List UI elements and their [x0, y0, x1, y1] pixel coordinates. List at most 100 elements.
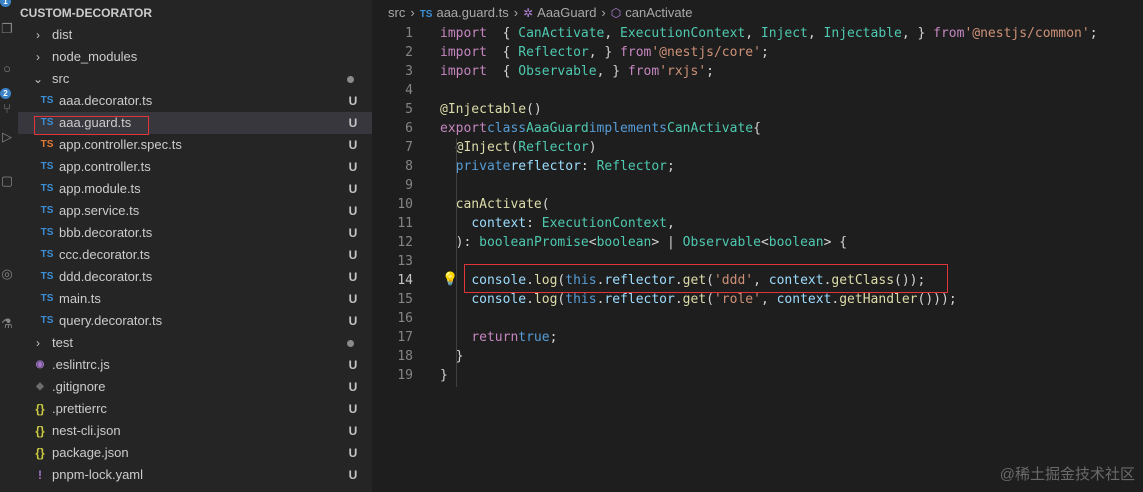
typescript-file-icon: TS: [40, 161, 54, 172]
folder-row[interactable]: › dist: [18, 24, 372, 46]
code-token: implements: [588, 121, 668, 136]
code-token: ()));: [917, 292, 957, 307]
code-token: :: [580, 159, 597, 174]
file-row[interactable]: ◆ .gitignore U: [18, 376, 372, 398]
git-status-badge: U: [348, 292, 358, 306]
remote-icon[interactable]: ◎: [0, 265, 14, 283]
file-row[interactable]: {} package.json U: [18, 442, 372, 464]
code-line[interactable]: 17 returntrue;: [372, 328, 1143, 347]
file-row[interactable]: {} .prettierrc U: [18, 398, 372, 420]
code-token: ExecutionContext: [541, 216, 667, 231]
file-row[interactable]: TS aaa.decorator.ts U: [18, 90, 372, 112]
typescript-file-icon: TS: [40, 95, 54, 106]
breadcrumb-class[interactable]: AaaGuard: [537, 4, 596, 22]
json-file-icon: {}: [35, 424, 45, 438]
code-token: ;: [549, 330, 558, 345]
git-status-badge: U: [348, 182, 358, 196]
code-line[interactable]: 10 canActivate(: [372, 195, 1143, 214]
file-name: app.service.ts: [59, 203, 140, 218]
code-line[interactable]: 18 }: [372, 347, 1143, 366]
file-row[interactable]: TS app.service.ts U: [18, 200, 372, 222]
code-token: ExecutionContext: [620, 26, 746, 41]
file-row[interactable]: TS bbb.decorator.ts U: [18, 222, 372, 244]
code-token: boolean: [768, 235, 824, 250]
line-number: 17: [397, 330, 413, 345]
folder-row[interactable]: › node_modules: [18, 46, 372, 68]
line-number: 5: [405, 102, 413, 117]
file-row[interactable]: TS ddd.decorator.ts U: [18, 266, 372, 288]
code-token: log: [533, 292, 558, 307]
file-name: test: [52, 335, 73, 350]
code-token: context: [471, 216, 527, 231]
code-line[interactable]: 15 console.log(this.reflector.get('role'…: [372, 290, 1143, 309]
modified-dot-icon: [347, 340, 354, 347]
code-line[interactable]: 19}: [372, 366, 1143, 385]
extensions-icon[interactable]: ▢: [0, 172, 14, 190]
file-row[interactable]: ◉ .eslintrc.js U: [18, 354, 372, 376]
code-line[interactable]: 14 console.log(this.reflector.get('ddd',…: [372, 271, 1143, 290]
files-icon[interactable]: ❐: [0, 20, 14, 38]
git-status-badge: U: [348, 446, 358, 460]
code-token: {: [486, 26, 519, 41]
code-token: ;: [760, 45, 769, 60]
file-name: .gitignore: [52, 379, 106, 394]
line-number: 1: [405, 26, 413, 41]
file-row[interactable]: TS ccc.decorator.ts U: [18, 244, 372, 266]
code-line[interactable]: 5 @Injectable(): [372, 100, 1143, 119]
git-status-badge: U: [348, 116, 358, 130]
code-text: }: [440, 347, 464, 366]
file-row[interactable]: TS app.controller.spec.ts U: [18, 134, 372, 156]
modified-dot-icon: [347, 76, 354, 83]
chevron-right-icon[interactable]: ›: [32, 46, 44, 68]
explorer-title: CUSTOM-DECORATOR: [20, 6, 152, 20]
code-line[interactable]: 16: [372, 309, 1143, 328]
line-number: 19: [397, 368, 413, 383]
code-line[interactable]: 8 privatereflector: Reflector;: [372, 157, 1143, 176]
code-token: ):: [440, 235, 480, 250]
breadcrumb-file[interactable]: aaa.guard.ts: [436, 4, 508, 22]
chevron-down-icon[interactable]: ⌄: [32, 68, 44, 90]
code-token: }: [440, 368, 448, 383]
code-token: log: [533, 273, 558, 288]
code-line[interactable]: 2 import { Reflector, } from'@nestjs/core…: [372, 43, 1143, 62]
line-number: 18: [397, 349, 413, 364]
testing-icon[interactable]: ⚗: [0, 315, 14, 333]
source-control-icon[interactable]: ⑂: [0, 100, 14, 118]
code-line[interactable]: 13: [372, 252, 1143, 271]
code-line[interactable]: 9: [372, 176, 1143, 195]
folder-row[interactable]: › test: [18, 332, 372, 354]
file-row[interactable]: TS app.module.ts U: [18, 178, 372, 200]
code-editor[interactable]: src › TS aaa.guard.ts › ✲ AaaGuard › ⬡ canActivat…: [372, 0, 1143, 492]
chevron-right-icon: ›: [410, 5, 415, 20]
code-line[interactable]: 7 @Inject(Reflector): [372, 138, 1143, 157]
code-line[interactable]: 12 ): booleanPromise<boolean> | Observab…: [372, 233, 1143, 252]
code-line[interactable]: 11 context: ExecutionContext,: [372, 214, 1143, 233]
code-line[interactable]: 1 import { CanActivate, ExecutionContext,…: [372, 24, 1143, 43]
code-token: context: [776, 292, 832, 307]
code-line[interactable]: 6 exportclassAaaGuardimplementsCanActivat…: [372, 119, 1143, 138]
code-line[interactable]: 4: [372, 81, 1143, 100]
code-token: export: [440, 121, 487, 136]
file-row[interactable]: TS query.decorator.ts U: [18, 310, 372, 332]
line-number: 3: [405, 64, 413, 79]
breadcrumb-method[interactable]: canActivate: [625, 4, 692, 22]
chevron-right-icon[interactable]: ›: [32, 332, 44, 354]
code-token: class: [486, 121, 527, 136]
code-line[interactable]: 3 import { Observable, } from'rxjs';: [372, 62, 1143, 81]
breadcrumb-folder[interactable]: src: [388, 4, 405, 22]
git-status-badge: U: [348, 270, 358, 284]
file-row[interactable]: TS main.ts U: [18, 288, 372, 310]
file-row[interactable]: TS aaa.guard.ts U: [18, 112, 372, 134]
activity-badge: 2: [0, 88, 11, 99]
file-row[interactable]: TS app.controller.ts U: [18, 156, 372, 178]
lightbulb-icon[interactable]: 💡: [442, 271, 458, 287]
code-token: ;: [706, 64, 714, 79]
chevron-right-icon[interactable]: ›: [32, 24, 44, 46]
file-row[interactable]: {} nest-cli.json U: [18, 420, 372, 442]
run-debug-icon[interactable]: ▷: [0, 128, 14, 146]
file-row[interactable]: ! pnpm-lock.yaml U: [18, 464, 372, 486]
folder-row[interactable]: ⌄ src: [18, 68, 372, 90]
search-icon[interactable]: ○: [0, 60, 14, 78]
code-token: Reflector: [518, 140, 589, 155]
